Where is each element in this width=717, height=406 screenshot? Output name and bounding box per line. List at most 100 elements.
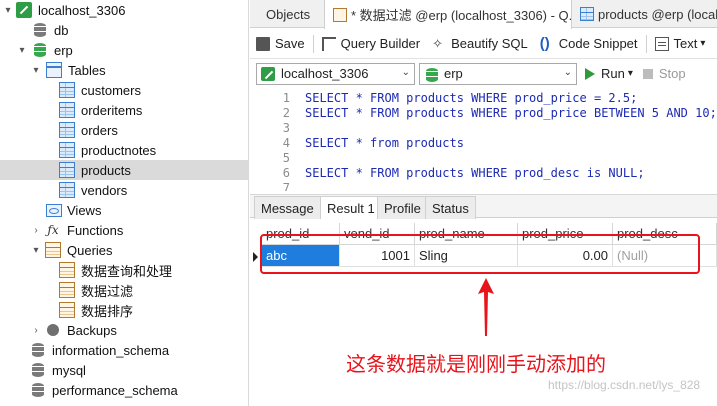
tree-item-query-1[interactable]: 数据查询和处理 [0, 260, 248, 280]
code-snippet-icon: () [539, 34, 550, 52]
tree-item-label: products [81, 162, 131, 178]
tree-item-label: localhost_3306 [38, 2, 126, 18]
beautify-icon: ✧ [432, 35, 444, 51]
toolbar-divider [312, 34, 314, 53]
tab-label: products @erp (localho [598, 6, 717, 22]
chevron-down-icon[interactable]: ▾ [30, 65, 42, 76]
tree-item-views[interactable]: Views [0, 200, 248, 220]
tab-profile[interactable]: Profile [377, 196, 428, 219]
tree-item-label: Backups [67, 322, 117, 338]
tab-label: Result 1 [327, 201, 375, 216]
tree-item-vendors[interactable]: vendors [0, 180, 248, 200]
tree-item-db[interactable]: db [0, 20, 248, 40]
chevron-down-icon[interactable]: ▾ [16, 45, 28, 56]
table-icon [59, 162, 75, 178]
line-number: 1 [282, 91, 290, 105]
stop-label: Stop [658, 66, 686, 81]
chevron-right-icon[interactable]: › [30, 325, 42, 336]
query-icon [59, 262, 75, 278]
table-icon [59, 182, 75, 198]
text-button[interactable]: Text ▾ [649, 31, 712, 57]
table-icon [580, 7, 594, 21]
code-line: SELECT * FROM products WHERE prod_price … [305, 106, 717, 120]
database-icon [30, 382, 46, 398]
tab-status[interactable]: Status [425, 196, 476, 219]
tab-products-table[interactable]: products @erp (localho [572, 0, 717, 28]
query-icon [59, 282, 75, 298]
tree-item-tables[interactable]: ▾ Tables [0, 60, 248, 80]
tree-item-functions[interactable]: › ƒx Functions [0, 220, 248, 240]
navigator-sidebar: ▾ localhost_3306 db ▾ erp ▾ Tables custo… [0, 0, 249, 406]
text-label: Text [673, 36, 698, 51]
chevron-down-icon[interactable]: ▾ [2, 5, 14, 16]
tab-message[interactable]: Message [254, 196, 321, 219]
tab-objects[interactable]: Objects [258, 0, 328, 28]
sql-editor[interactable]: 1 SELECT * FROM products WHERE prod_pric… [250, 88, 717, 191]
chevron-down-icon: ▾ [700, 38, 706, 49]
line-number: 4 [282, 136, 290, 150]
beautify-sql-button[interactable]: ✧ Beautify SQL [426, 31, 534, 57]
tables-folder-icon [46, 62, 62, 78]
code-snippet-label: Code Snippet [558, 36, 638, 51]
tree-item-information-schema[interactable]: information_schema [0, 340, 248, 360]
tree-item-label: 数据排序 [81, 303, 134, 319]
tree-item-query-3[interactable]: 数据排序 [0, 300, 248, 320]
query-icon [59, 302, 75, 318]
chevron-right-icon[interactable]: › [30, 225, 42, 236]
query-builder-icon [321, 36, 336, 51]
query-toolbar: Save Query Builder ✧ Beautify SQL () Cod… [250, 29, 717, 59]
tree-item-label: mysql [52, 362, 86, 378]
run-button[interactable]: Run ▾ [585, 66, 633, 81]
tree-item-query-2[interactable]: 数据过滤 [0, 280, 248, 300]
tree-item-label: 数据查询和处理 [81, 263, 173, 279]
tree-item-performance-schema[interactable]: performance_schema [0, 380, 248, 400]
highlight-box [260, 234, 700, 274]
tree-item-orderitems[interactable]: orderitems [0, 100, 248, 120]
tree-item-backups[interactable]: › Backups [0, 320, 248, 340]
code-line: SELECT * FROM products WHERE prod_price … [305, 91, 638, 105]
tree-item-orders[interactable]: orders [0, 120, 248, 140]
tree-item-label: information_schema [52, 342, 170, 358]
code-line: SELECT * FROM products WHERE prod_desc i… [305, 166, 645, 180]
tab-query-editor[interactable]: * 数据过滤 @erp (localhost_3306) - Q... [324, 0, 572, 29]
beautify-label: Beautify SQL [451, 36, 528, 51]
connection-value: localhost_3306 [281, 66, 369, 81]
tree-item-products[interactable]: products [0, 160, 248, 180]
tab-label: Status [432, 200, 469, 216]
query-builder-button[interactable]: Query Builder [316, 31, 426, 57]
result-tab-bar: Message Result 1 Profile Status [250, 194, 717, 220]
tab-label: Profile [384, 200, 421, 216]
tab-label: Objects [266, 6, 311, 22]
chevron-down-icon: ⌄ [401, 66, 410, 78]
connection-icon [16, 2, 32, 18]
connection-icon [261, 66, 275, 81]
database-select[interactable]: erp ⌄ [419, 62, 577, 85]
chevron-down-icon[interactable]: ▾ [30, 245, 42, 256]
stop-icon [642, 68, 653, 79]
tree-item-label: customers [81, 82, 141, 98]
code-snippet-button[interactable]: () Code Snippet [534, 31, 644, 57]
run-label: Run [601, 66, 625, 81]
chevron-down-icon: ▾ [627, 68, 633, 79]
chevron-down-icon: ⌄ [563, 66, 572, 78]
tree-item-customers[interactable]: customers [0, 80, 248, 100]
tree-item-localhost[interactable]: ▾ localhost_3306 [0, 0, 248, 20]
stop-button[interactable]: Stop [642, 66, 686, 81]
tree-item-erp[interactable]: ▾ erp [0, 40, 248, 60]
tree-item-label: Views [67, 202, 102, 218]
tree-item-productnotes[interactable]: productnotes [0, 140, 248, 160]
database-icon [30, 362, 46, 378]
tab-result-1[interactable]: Result 1 [320, 196, 382, 220]
database-active-icon [32, 42, 48, 58]
save-label: Save [275, 36, 305, 51]
table-icon [59, 142, 75, 158]
tree-item-queries[interactable]: ▾ Queries [0, 240, 248, 260]
document-tab-bar: Objects * 数据过滤 @erp (localhost_3306) - Q… [250, 0, 717, 29]
tree-item-mysql[interactable]: mysql [0, 360, 248, 380]
views-icon [45, 202, 62, 218]
connection-select[interactable]: localhost_3306 ⌄ [256, 62, 415, 85]
query-builder-label: Query Builder [340, 36, 421, 51]
save-button[interactable]: Save [250, 31, 311, 57]
table-icon [59, 102, 75, 118]
table-icon [59, 82, 75, 98]
